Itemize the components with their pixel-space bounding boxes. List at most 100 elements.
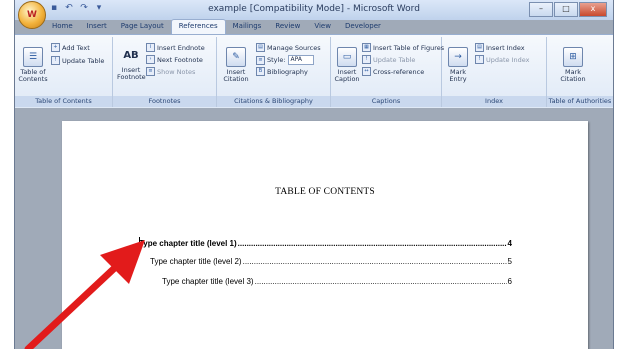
manage-sources-icon: ▤ bbox=[256, 43, 265, 52]
group-label-captions: Captions bbox=[331, 96, 441, 107]
insert-caption-button[interactable]: ▭ Insert Caption bbox=[333, 47, 361, 83]
next-footnote-icon: › bbox=[146, 55, 155, 64]
window-title: example [Compatibility Mode] - Microsoft… bbox=[208, 4, 420, 14]
insert-footnote-label: Insert Footnote bbox=[117, 66, 146, 81]
close-button[interactable]: x bbox=[579, 2, 607, 17]
toc-entry-text: Type chapter title (level 1) bbox=[139, 239, 237, 248]
toc-heading: TABLE OF CONTENTS bbox=[275, 187, 375, 197]
group-label-index: Index bbox=[442, 96, 546, 107]
update-index-label: Update Index bbox=[486, 55, 530, 64]
toc-leader-dots bbox=[238, 239, 507, 248]
add-text-label: Add Text bbox=[62, 43, 90, 52]
footnote-icon: AB bbox=[123, 50, 139, 61]
update-index-button[interactable]: ! Update Index bbox=[475, 55, 530, 64]
mark-citation-button[interactable]: ⊞ Mark Citation bbox=[553, 47, 593, 83]
tab-review[interactable]: Review bbox=[268, 20, 307, 34]
group-index: → Mark Entry ▤ Insert Index ! Update Ind… bbox=[442, 37, 547, 107]
mark-entry-icon: → bbox=[448, 47, 468, 67]
window-controls: – □ x bbox=[529, 2, 607, 17]
update-index-icon: ! bbox=[475, 55, 484, 64]
update-table-label: Update Table bbox=[62, 56, 105, 65]
insert-index-button[interactable]: ▤ Insert Index bbox=[475, 43, 525, 52]
toc-entry-level-1[interactable]: Type chapter title (level 1) 4 bbox=[139, 239, 512, 248]
group-footnotes: AB Insert Footnote i Insert Endnote › Ne… bbox=[113, 37, 217, 107]
office-button[interactable]: W bbox=[18, 1, 46, 29]
update-table-figures-icon: ! bbox=[362, 55, 371, 64]
group-label-authorities: Table of Authorities bbox=[547, 96, 613, 107]
update-table-figures-button[interactable]: ! Update Table bbox=[362, 55, 415, 64]
style-label: Style: bbox=[267, 56, 286, 64]
mark-entry-label: Mark Entry bbox=[449, 68, 467, 83]
cross-reference-button[interactable]: ↔ Cross-reference bbox=[362, 67, 424, 76]
add-text-button[interactable]: + Add Text bbox=[51, 43, 90, 52]
bibliography-label: Bibliography bbox=[267, 67, 308, 76]
show-notes-button[interactable]: ≡ Show Notes bbox=[146, 67, 195, 76]
tab-insert[interactable]: Insert bbox=[80, 20, 114, 34]
tab-references[interactable]: References bbox=[170, 19, 226, 34]
toc-leader-dots bbox=[243, 257, 507, 266]
next-footnote-button[interactable]: › Next Footnote bbox=[146, 55, 203, 64]
toc-leader-dots bbox=[255, 277, 507, 286]
tab-home[interactable]: Home bbox=[45, 20, 80, 34]
ribbon: ☰ Table of Contents + Add Text ! Update … bbox=[15, 34, 613, 109]
toc-entry-level-3[interactable]: Type chapter title (level 3) 6 bbox=[162, 277, 512, 286]
insert-footnote-button[interactable]: AB Insert Footnote bbox=[117, 47, 146, 81]
bibliography-button[interactable]: B Bibliography bbox=[256, 67, 308, 76]
group-captions: ▭ Insert Caption ▦ Insert Table of Figur… bbox=[331, 37, 444, 107]
manage-sources-button[interactable]: ▤ Manage Sources bbox=[256, 43, 321, 52]
insert-citation-button[interactable]: ✎ Insert Citation bbox=[219, 47, 253, 83]
group-label-citations: Citations & Bibliography bbox=[217, 96, 330, 107]
insert-citation-icon: ✎ bbox=[226, 47, 246, 67]
insert-caption-label: Insert Caption bbox=[334, 68, 360, 83]
update-table-icon: ! bbox=[51, 56, 60, 65]
insert-table-of-figures-label: Insert Table of Figures bbox=[373, 43, 445, 52]
title-bar: ▪ ↶ ↷ ▾ example [Compatibility Mode] - M… bbox=[15, 0, 613, 20]
insert-table-of-figures-button[interactable]: ▦ Insert Table of Figures bbox=[362, 43, 444, 52]
insert-endnote-button[interactable]: i Insert Endnote bbox=[146, 43, 205, 52]
insert-index-label: Insert Index bbox=[486, 43, 525, 52]
toc-entry-text: Type chapter title (level 2) bbox=[150, 257, 242, 266]
mark-citation-label: Mark Citation bbox=[560, 68, 586, 83]
group-label-footnotes: Footnotes bbox=[113, 96, 216, 107]
style-dropdown[interactable]: APA bbox=[287, 55, 314, 65]
insert-caption-icon: ▭ bbox=[337, 47, 357, 67]
tab-developer[interactable]: Developer bbox=[338, 20, 388, 34]
toc-entry-page: 5 bbox=[507, 257, 512, 266]
table-of-contents-button[interactable]: ☰ Table of Contents bbox=[17, 47, 49, 83]
show-notes-icon: ≡ bbox=[146, 67, 155, 76]
screenshot-frame: ▪ ↶ ↷ ▾ example [Compatibility Mode] - M… bbox=[0, 0, 618, 349]
table-of-contents-label: Table of Contents bbox=[18, 68, 48, 83]
style-selector[interactable]: ≡ Style: APA bbox=[256, 55, 314, 65]
tab-mailings[interactable]: Mailings bbox=[226, 20, 269, 34]
insert-endnote-label: Insert Endnote bbox=[157, 43, 205, 52]
group-citations-bibliography: ✎ Insert Citation ▤ Manage Sources ≡ Sty… bbox=[217, 37, 331, 107]
word-window: ▪ ↶ ↷ ▾ example [Compatibility Mode] - M… bbox=[14, 0, 614, 349]
group-table-of-authorities: ⊞ Mark Citation Table of Authorities bbox=[547, 37, 613, 107]
maximize-button[interactable]: □ bbox=[554, 2, 578, 17]
manage-sources-label: Manage Sources bbox=[267, 43, 321, 52]
next-footnote-label: Next Footnote bbox=[157, 55, 203, 64]
toc-entry-page: 4 bbox=[507, 239, 512, 248]
toc-entry-page: 6 bbox=[507, 277, 512, 286]
ribbon-tabs: Home Insert Page Layout References Maili… bbox=[45, 19, 388, 34]
insert-citation-label: Insert Citation bbox=[223, 68, 249, 83]
toc-entry-level-2[interactable]: Type chapter title (level 2) 5 bbox=[150, 257, 512, 266]
insert-index-icon: ▤ bbox=[475, 43, 484, 52]
toc-entry-text: Type chapter title (level 3) bbox=[162, 277, 254, 286]
bibliography-icon: B bbox=[256, 67, 265, 76]
add-text-icon: + bbox=[51, 43, 60, 52]
mark-citation-icon: ⊞ bbox=[563, 47, 583, 67]
cross-reference-label: Cross-reference bbox=[373, 67, 425, 76]
cross-reference-icon: ↔ bbox=[362, 67, 371, 76]
document-page[interactable]: TABLE OF CONTENTS Type chapter title (le… bbox=[62, 121, 588, 349]
update-table-figures-label: Update Table bbox=[373, 55, 416, 64]
show-notes-label: Show Notes bbox=[157, 67, 196, 76]
tab-view[interactable]: View bbox=[307, 20, 338, 34]
group-label-toc: Table of Contents bbox=[15, 96, 112, 107]
style-icon: ≡ bbox=[256, 55, 265, 65]
minimize-button[interactable]: – bbox=[529, 2, 553, 17]
mark-entry-button[interactable]: → Mark Entry bbox=[444, 47, 472, 83]
update-table-button[interactable]: ! Update Table bbox=[51, 56, 104, 65]
table-of-figures-icon: ▦ bbox=[362, 43, 371, 52]
tab-page-layout[interactable]: Page Layout bbox=[114, 20, 171, 34]
